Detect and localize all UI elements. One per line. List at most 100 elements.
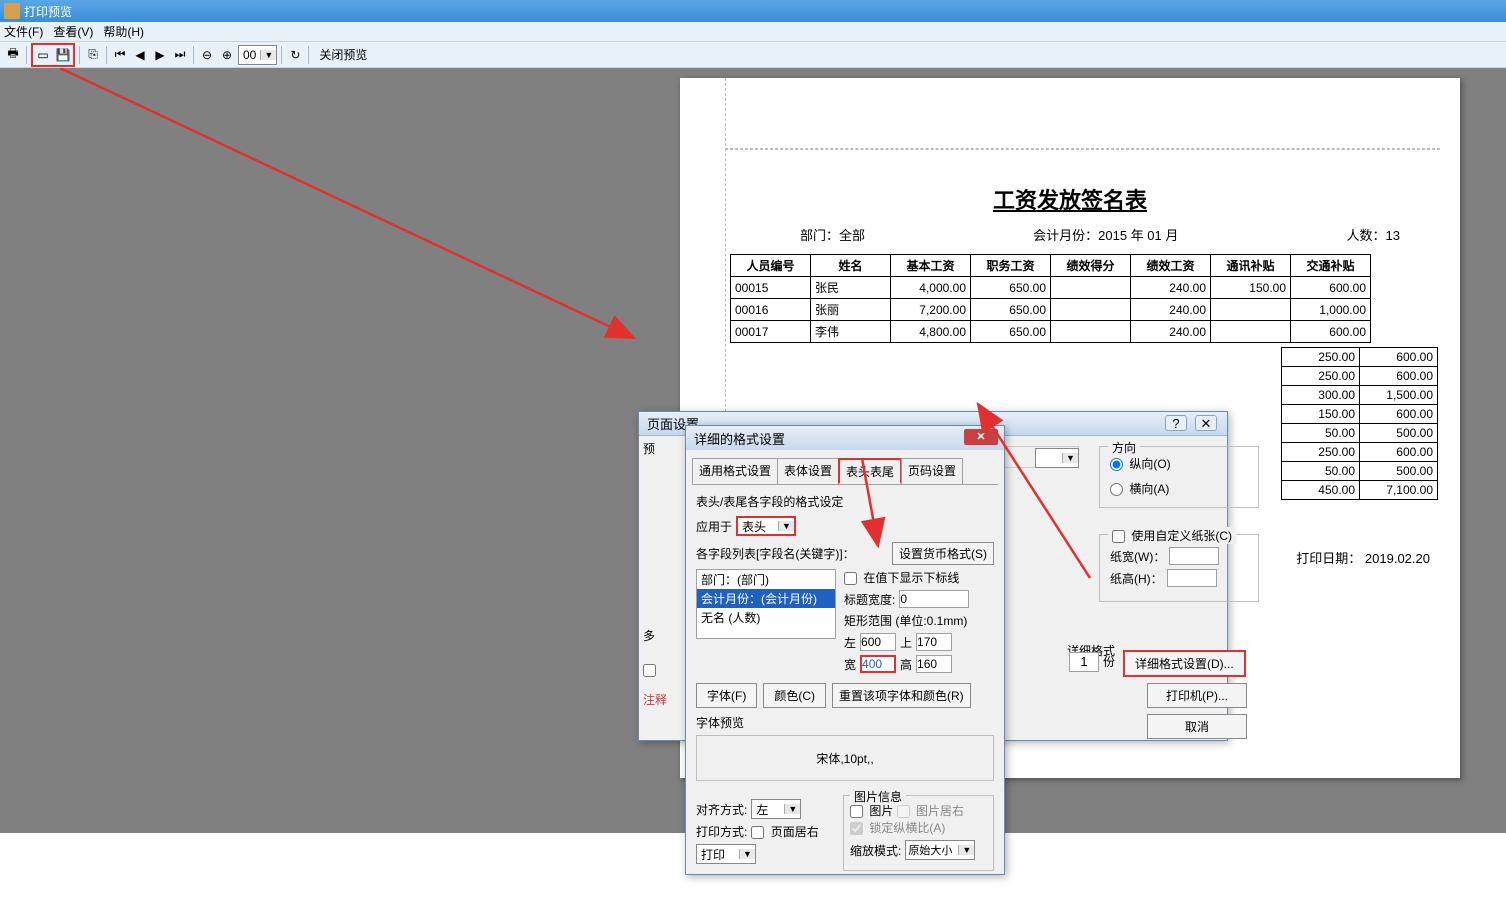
prev-page-icon[interactable]: ◀ [131, 46, 149, 64]
left-label: 左 [844, 634, 856, 651]
zoom-out-icon[interactable]: ⊖ [198, 46, 216, 64]
direction-group: 方向 纵向(O) 横向(A) [1099, 446, 1259, 508]
first-page-icon[interactable]: ⏮ [111, 46, 129, 64]
report-table: 人员编号姓名基本工资职务工资绩效得分绩效工资通讯补贴交通补贴 00015张民4,… [730, 254, 1371, 343]
report-title: 工资发放签名表 [680, 183, 1460, 215]
portrait-radio[interactable]: 纵向(O) [1110, 457, 1171, 471]
preview-side-label: 预 [643, 440, 683, 457]
direction-legend: 方向 [1108, 439, 1140, 456]
list-item[interactable]: 部门：(部门) [697, 570, 835, 589]
count-value: 13 [1386, 228, 1400, 243]
window-title: 打印预览 [24, 3, 72, 20]
tab-general[interactable]: 通用格式设置 [692, 458, 778, 484]
apply-to-label: 应用于 [696, 518, 732, 535]
multi-side-label: 多 [643, 627, 683, 644]
tab-pagenum[interactable]: 页码设置 [901, 458, 963, 484]
width-label: 宽 [844, 656, 856, 673]
note-checkbox[interactable] [643, 664, 656, 677]
left-input[interactable] [860, 633, 896, 651]
top-input[interactable] [916, 633, 952, 651]
menubar: 文件(F) 查看(V) 帮助(H) [0, 22, 1506, 42]
paper-width-label: 纸宽(W)： [1110, 548, 1165, 565]
custom-paper-checkbox[interactable]: 使用自定义纸张(C) [1112, 529, 1232, 543]
fields-list-label: 各字段列表[字段名(关键字)]： [696, 545, 855, 562]
period-label: 会计月份： [1033, 228, 1098, 243]
zoom-in-icon[interactable]: ⊕ [218, 46, 236, 64]
detail-format-title: 详细的格式设置 [694, 429, 785, 448]
font-preview-label: 字体预览 [696, 714, 994, 731]
rect-range-label: 矩形范围 (单位:0.1mm) [844, 612, 994, 629]
zoom-mode-label: 缩放模式: [850, 842, 901, 859]
refresh-icon[interactable]: ↻ [286, 46, 304, 64]
menu-help[interactable]: 帮助(H) [103, 23, 144, 40]
detail-settings-button[interactable]: 详细格式设置(D)... [1123, 650, 1246, 677]
print-date-value: 2019.02.20 [1365, 551, 1430, 566]
export-icon[interactable]: ⎘ [84, 46, 102, 64]
page-center-checkbox[interactable]: 页面居右 [751, 823, 818, 840]
height-label: 高 [900, 656, 912, 673]
close-icon[interactable]: ✕ [964, 429, 998, 445]
image-right-checkbox: 图片居右 [897, 804, 964, 818]
period-value: 2015 年 01 月 [1098, 228, 1178, 243]
paper-height-input[interactable] [1167, 569, 1217, 587]
tab-header-footer[interactable]: 表头表尾 [838, 458, 902, 484]
color-button[interactable]: 颜色(C) [763, 683, 826, 708]
save-icon[interactable]: 💾 [54, 46, 72, 64]
currency-format-button[interactable]: 设置货币格式(S) [892, 542, 994, 565]
list-item[interactable]: 无名 (人数) [697, 608, 835, 627]
printer-button[interactable]: 打印机(P)... [1147, 683, 1247, 708]
detail-format-dialog: 详细的格式设置 ✕ 通用格式设置 表体设置 表头表尾 页码设置 表头/表尾各字段… [685, 425, 1005, 875]
align-label: 对齐方式: [696, 801, 747, 818]
menu-view[interactable]: 查看(V) [53, 23, 93, 40]
image-checkbox[interactable]: 图片 [850, 804, 893, 818]
custom-paper-group: 使用自定义纸张(C) 纸宽(W)： 纸高(H)： [1099, 534, 1259, 602]
preview-workspace: 工资发放签名表 部门：全部 会计月份：2015 年 01 月 人数：13 人员编… [0, 68, 1506, 833]
landscape-radio[interactable]: 横向(A) [1110, 482, 1169, 496]
font-preview-box: 宋体,10pt,, [696, 735, 994, 781]
underline-checkbox[interactable]: 在值下显示下标线 [844, 571, 959, 585]
report-table-partial: 250.00600.00250.00600.00300.001,500.0015… [1281, 347, 1438, 500]
count-label: 人数： [1347, 228, 1386, 243]
close-icon[interactable]: ✕ [1195, 415, 1217, 431]
window-titlebar: 打印预览 [0, 0, 1506, 22]
reset-font-button[interactable]: 重置该项字体和颜色(R) [832, 683, 971, 708]
paper-width-input[interactable] [1169, 547, 1219, 565]
cancel-button[interactable]: 取消 [1147, 714, 1247, 739]
fields-listbox[interactable]: 部门：(部门) 会计月份：(会计月份) 无名 (人数) [696, 569, 836, 639]
font-button[interactable]: 字体(F) [696, 683, 757, 708]
menu-file[interactable]: 文件(F) [4, 23, 43, 40]
title-width-label: 标题宽度: [844, 591, 895, 608]
dept-label: 部门： [800, 228, 839, 243]
page-setup-icon[interactable]: ▭ [34, 46, 52, 64]
close-preview-button[interactable]: 关闭预览 [319, 46, 367, 63]
toolbar: 🖶 ▭ 💾 ⎘ ⏮ ◀ ▶ ⏭ ⊖ ⊕ 00▼ ↻ 关闭预览 [0, 42, 1506, 68]
preview-combo[interactable]: ▼ [1035, 448, 1079, 468]
help-icon[interactable]: ? [1165, 415, 1187, 431]
print-icon[interactable]: 🖶 [4, 46, 22, 64]
next-page-icon[interactable]: ▶ [151, 46, 169, 64]
align-select[interactable]: 左▼ [751, 799, 801, 819]
tab-body[interactable]: 表体设置 [777, 458, 839, 484]
print-date-label: 打印日期： [1296, 551, 1361, 566]
last-page-icon[interactable]: ⏭ [171, 46, 189, 64]
height-input[interactable] [916, 655, 952, 673]
zoom-combo[interactable]: 00▼ [238, 45, 277, 65]
width-input[interactable] [860, 655, 896, 673]
print-mode-label: 打印方式: [696, 823, 747, 840]
paper-height-label: 纸高(H)： [1110, 570, 1163, 587]
title-width-input[interactable] [899, 590, 969, 608]
dept-value: 全部 [839, 228, 865, 243]
section-label: 表头/表尾各字段的格式设定 [696, 493, 994, 510]
print-select[interactable]: 打印▼ [696, 844, 756, 864]
zoom-mode-select[interactable]: 原始大小▼ [905, 840, 975, 860]
apply-to-select[interactable]: 表头▼ [736, 516, 796, 536]
top-label: 上 [900, 634, 912, 651]
highlighted-toolbar-group: ▭ 💾 [31, 43, 75, 67]
tabs: 通用格式设置 表体设置 表头表尾 页码设置 [692, 458, 998, 485]
copies-input[interactable] [1069, 652, 1099, 672]
note-label: 注释 [643, 691, 683, 708]
copies-label: 份 [1103, 653, 1115, 670]
app-icon [4, 3, 20, 19]
list-item[interactable]: 会计月份：(会计月份) [697, 589, 835, 608]
detail-format-titlebar: 详细的格式设置 ✕ [686, 426, 1004, 450]
